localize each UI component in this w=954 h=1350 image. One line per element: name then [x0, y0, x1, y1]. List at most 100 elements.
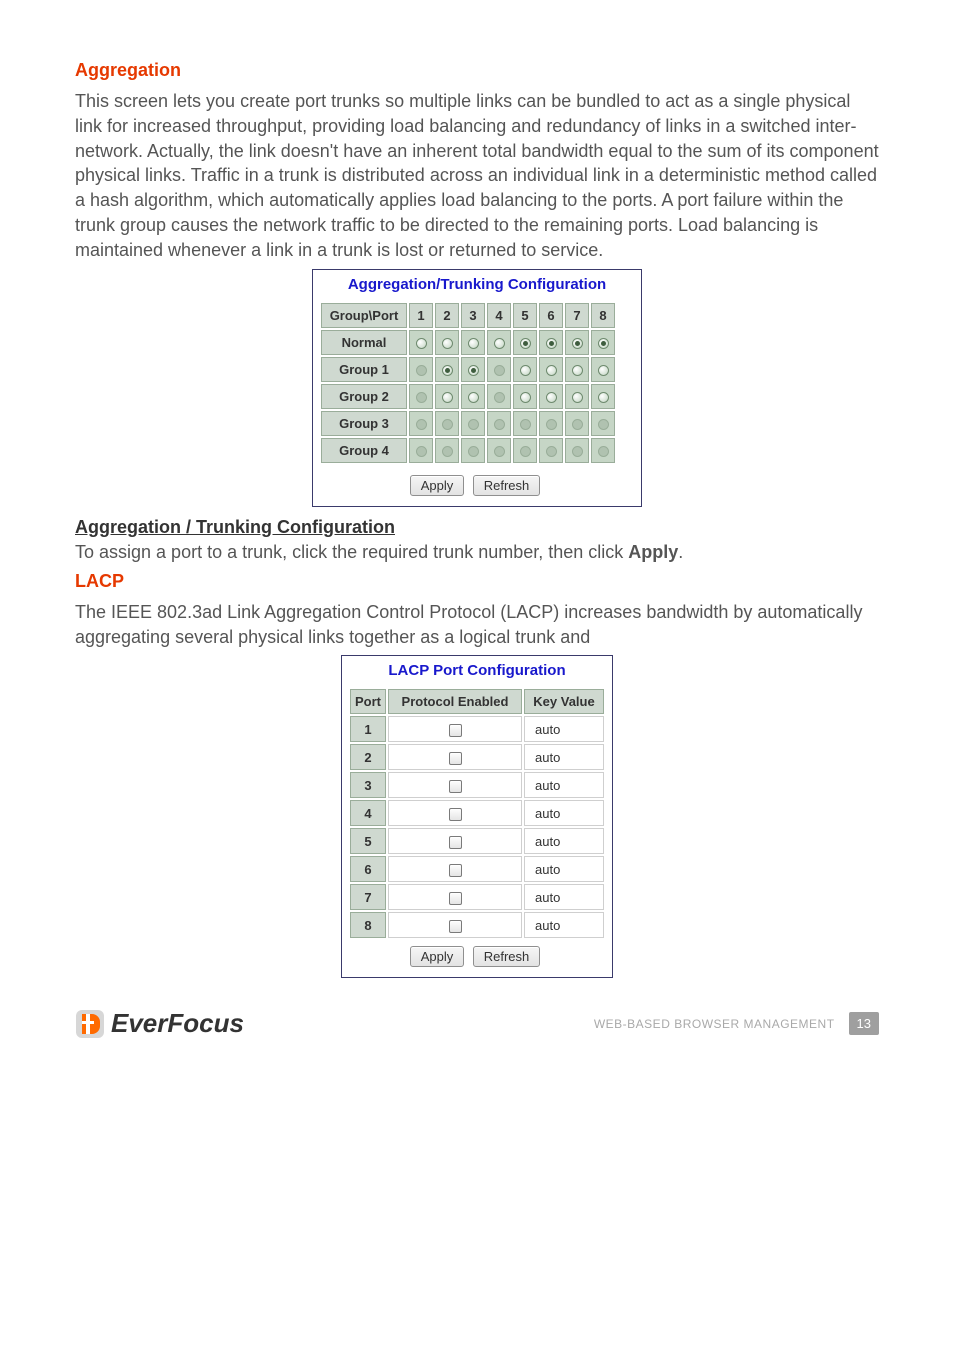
lacp-protocol-cell[interactable] [388, 744, 522, 770]
checkbox-icon[interactable] [449, 752, 462, 765]
aggregation-config-table: Group\Port 1 2 3 4 5 6 7 8 NormalGroup 1… [319, 301, 617, 465]
agg-radio-cell [409, 411, 433, 436]
radio-icon[interactable] [598, 338, 609, 349]
agg-radio-cell[interactable] [513, 384, 537, 409]
lacp-port-number: 4 [350, 800, 386, 826]
agg-radio-cell[interactable] [539, 330, 563, 355]
radio-icon [494, 392, 505, 403]
lacp-protocol-cell[interactable] [388, 828, 522, 854]
agg-radio-cell[interactable] [461, 384, 485, 409]
radio-icon[interactable] [494, 338, 505, 349]
agg-radio-cell[interactable] [539, 357, 563, 382]
agg-radio-cell [565, 438, 589, 463]
lacp-key-value: auto [524, 828, 604, 854]
radio-icon[interactable] [442, 365, 453, 376]
agg-radio-cell[interactable] [435, 330, 459, 355]
radio-icon[interactable] [520, 365, 531, 376]
brand-focus: Focus [167, 1008, 244, 1038]
lacp-port-number: 1 [350, 716, 386, 742]
radio-icon[interactable] [598, 392, 609, 403]
radio-icon[interactable] [598, 365, 609, 376]
radio-icon[interactable] [468, 392, 479, 403]
lacp-protocol-cell[interactable] [388, 772, 522, 798]
agg-port-header: 7 [565, 303, 589, 328]
agg-radio-cell[interactable] [565, 330, 589, 355]
radio-icon[interactable] [442, 392, 453, 403]
refresh-button[interactable]: Refresh [473, 475, 541, 496]
agg-radio-cell[interactable] [461, 330, 485, 355]
agg-radio-cell[interactable] [565, 357, 589, 382]
agg-port-header: 1 [409, 303, 433, 328]
agg-row-label: Group 2 [321, 384, 407, 409]
agg-radio-cell [591, 411, 615, 436]
agg-radio-cell [461, 438, 485, 463]
agg-radio-cell[interactable] [591, 357, 615, 382]
agg-radio-cell[interactable] [513, 330, 537, 355]
agg-port-header: 8 [591, 303, 615, 328]
agg-radio-cell[interactable] [565, 384, 589, 409]
radio-icon [546, 446, 557, 457]
agg-radio-cell[interactable] [435, 357, 459, 382]
lacp-port-number: 5 [350, 828, 386, 854]
agg-radio-cell [487, 438, 511, 463]
lacp-key-header: Key Value [524, 689, 604, 714]
checkbox-icon[interactable] [449, 780, 462, 793]
agg-row-label: Group 4 [321, 438, 407, 463]
radio-icon [442, 446, 453, 457]
radio-icon[interactable] [572, 365, 583, 376]
aggregation-config-panel: Aggregation/Trunking Configuration Group… [312, 269, 642, 507]
radio-icon [494, 446, 505, 457]
agg-radio-cell[interactable] [461, 357, 485, 382]
lacp-protocol-cell[interactable] [388, 856, 522, 882]
lacp-config-table: Port Protocol Enabled Key Value 1auto2au… [348, 687, 606, 940]
lacp-protocol-cell[interactable] [388, 800, 522, 826]
checkbox-icon[interactable] [449, 920, 462, 933]
radio-icon [416, 392, 427, 403]
lacp-port-number: 3 [350, 772, 386, 798]
radio-icon[interactable] [416, 338, 427, 349]
agg-radio-cell[interactable] [539, 384, 563, 409]
agg-radio-cell[interactable] [591, 330, 615, 355]
lacp-protocol-cell[interactable] [388, 716, 522, 742]
radio-icon[interactable] [546, 365, 557, 376]
checkbox-icon[interactable] [449, 808, 462, 821]
radio-icon[interactable] [572, 338, 583, 349]
checkbox-icon[interactable] [449, 892, 462, 905]
radio-icon[interactable] [468, 338, 479, 349]
radio-icon [520, 419, 531, 430]
lacp-protocol-cell[interactable] [388, 884, 522, 910]
checkbox-icon[interactable] [449, 864, 462, 877]
lacp-button-row: Apply Refresh [342, 942, 612, 977]
agg-port-header: 6 [539, 303, 563, 328]
apply-button[interactable]: Apply [410, 946, 465, 967]
footer-label: WEB-BASED BROWSER MANAGEMENT [594, 1017, 835, 1031]
lacp-key-value: auto [524, 884, 604, 910]
apply-button[interactable]: Apply [410, 475, 465, 496]
checkbox-icon[interactable] [449, 836, 462, 849]
lacp-paragraph: The IEEE 802.3ad Link Aggregation Contro… [75, 600, 879, 650]
agg-radio-cell [409, 357, 433, 382]
lacp-protocol-cell[interactable] [388, 912, 522, 938]
refresh-button[interactable]: Refresh [473, 946, 541, 967]
checkbox-icon[interactable] [449, 724, 462, 737]
radio-icon[interactable] [520, 338, 531, 349]
lacp-key-value: auto [524, 716, 604, 742]
page-number: 13 [849, 1012, 879, 1035]
radio-icon[interactable] [546, 392, 557, 403]
agg-radio-cell[interactable] [409, 330, 433, 355]
radio-icon[interactable] [546, 338, 557, 349]
agg-radio-cell[interactable] [513, 357, 537, 382]
agg-radio-cell [539, 411, 563, 436]
radio-icon[interactable] [572, 392, 583, 403]
radio-icon[interactable] [442, 338, 453, 349]
agg-radio-cell[interactable] [435, 384, 459, 409]
radio-icon[interactable] [520, 392, 531, 403]
agg-radio-cell[interactable] [487, 330, 511, 355]
agg-row-label: Normal [321, 330, 407, 355]
radio-icon[interactable] [468, 365, 479, 376]
agg-radio-cell [461, 411, 485, 436]
agg-radio-cell [435, 438, 459, 463]
agg-radio-cell [513, 438, 537, 463]
agg-radio-cell[interactable] [591, 384, 615, 409]
lacp-config-panel: LACP Port Configuration Port Protocol En… [341, 655, 613, 978]
